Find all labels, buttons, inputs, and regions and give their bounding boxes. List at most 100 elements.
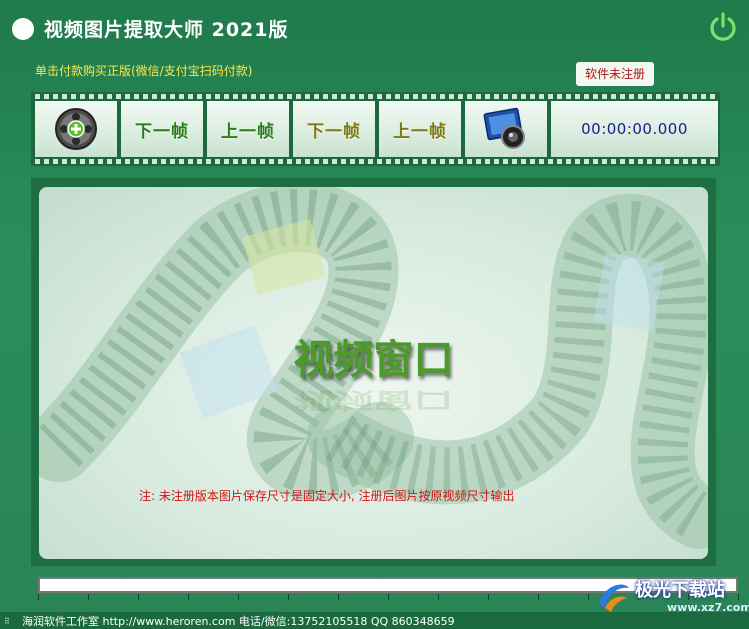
film-perforation-hole [179,159,184,164]
progress-tick [288,594,289,600]
prev-frame-alt-button[interactable]: 上一帧 [377,101,461,157]
film-perforation-hole [296,94,301,99]
next-frame-button[interactable]: 下一帧 [119,101,203,157]
film-perforation-hole [701,159,706,164]
film-perforation-hole [665,159,670,164]
film-perforation-hole [341,159,346,164]
film-perforation-hole [575,159,580,164]
film-perforation-hole [152,159,157,164]
film-perforation-bottom [31,157,720,166]
film-perforation-hole [512,94,517,99]
film-perforation-hole [125,94,130,99]
film-perforation-hole [125,159,130,164]
film-perforation-hole [593,159,598,164]
progress-tick [188,594,189,600]
film-perforation-hole [224,159,229,164]
power-icon[interactable] [707,11,739,43]
film-perforation-hole [188,94,193,99]
next-frame-alt-label: 下一帧 [307,121,361,142]
film-perforation-hole [89,159,94,164]
film-perforation-hole [395,94,400,99]
title-bar: 视频图片提取大师 2021版 [0,0,749,60]
film-perforation-hole [692,94,697,99]
film-perforation-hole [629,94,634,99]
film-perforation-hole [359,159,364,164]
film-perforation-hole [710,159,715,164]
film-perforation-hole [368,159,373,164]
film-perforation-hole [269,94,274,99]
film-perforation-hole [161,94,166,99]
film-perforation-hole [44,94,49,99]
progress-tick [338,594,339,600]
progress-tick [488,594,489,600]
film-perforation-hole [350,94,355,99]
film-perforation-hole [71,159,76,164]
next-frame-alt-button[interactable]: 下一帧 [291,101,375,157]
watermark: 极光下载站 www.xz7.com [593,574,749,618]
film-perforation-hole [269,159,274,164]
film-perforation-hole [233,159,238,164]
film-perforation-hole [170,159,175,164]
progress-tick [38,594,39,600]
prev-frame-alt-label: 上一帧 [393,121,447,142]
film-perforation-hole [134,159,139,164]
film-perforation-hole [233,94,238,99]
film-perforation-hole [494,94,499,99]
film-perforation-hole [620,94,625,99]
film-perforation-hole [35,159,40,164]
film-perforation-hole [395,159,400,164]
film-perforation-hole [62,94,67,99]
film-perforation-hole [80,159,85,164]
film-perforation-hole [251,94,256,99]
film-perforation-hole [206,159,211,164]
progress-tick [138,594,139,600]
film-perforation-hole [377,159,382,164]
film-perforation-hole [449,159,454,164]
film-perforation-hole [278,159,283,164]
film-perforation-hole [242,159,247,164]
film-perforation-hole [629,159,634,164]
app-window: 视频图片提取大师 2021版 单击付款购买正版(微信/支付宝扫码付款) 软件未注… [0,0,749,629]
film-perforation-hole [323,159,328,164]
film-perforation-hole [413,94,418,99]
film-perforation-hole [260,159,265,164]
video-window-title: 视频窗口 [293,337,454,383]
film-perforation-hole [287,159,292,164]
film-perforation-hole [611,159,616,164]
film-perforation-hole [485,94,490,99]
film-perforation-hole [98,94,103,99]
film-perforation-hole [683,159,688,164]
film-perforation-hole [548,159,553,164]
film-perforation-hole [611,94,616,99]
film-perforation-hole [584,94,589,99]
film-perforation-hole [521,159,526,164]
film-perforation-top [31,92,720,101]
film-perforation-hole [431,159,436,164]
progress-tick [388,594,389,600]
film-perforation-hole [584,159,589,164]
film-perforation-hole [440,94,445,99]
film-perforation-hole [593,94,598,99]
film-perforation-hole [242,94,247,99]
film-perforation-hole [656,159,661,164]
registration-status-badge[interactable]: 软件未注册 [576,62,654,86]
film-perforation-hole [494,159,499,164]
film-perforation-hole [314,159,319,164]
film-perforation-hole [152,94,157,99]
open-video-button[interactable] [33,101,117,157]
film-perforation-hole [539,159,544,164]
film-perforation-hole [377,94,382,99]
film-perforation-hole [539,94,544,99]
prev-frame-button[interactable]: 上一帧 [205,101,289,157]
film-perforation-hole [98,159,103,164]
film-perforation-hole [224,94,229,99]
film-perforation-hole [332,159,337,164]
film-perforation-hole [503,159,508,164]
video-window[interactable]: 视频窗口 视频窗口 注: 未注册版本图片保存尺寸是固定大小, 注册后图片按原视频… [39,187,708,559]
unregistered-notice: 注: 未注册版本图片保存尺寸是固定大小, 注册后图片按原视频尺寸输出 [139,489,515,503]
film-perforation-hole [197,159,202,164]
snapshot-button[interactable] [463,101,547,157]
film-perforation-hole [458,94,463,99]
purchase-link[interactable]: 单击付款购买正版(微信/支付宝扫码付款) [35,62,252,79]
film-perforation-hole [575,94,580,99]
